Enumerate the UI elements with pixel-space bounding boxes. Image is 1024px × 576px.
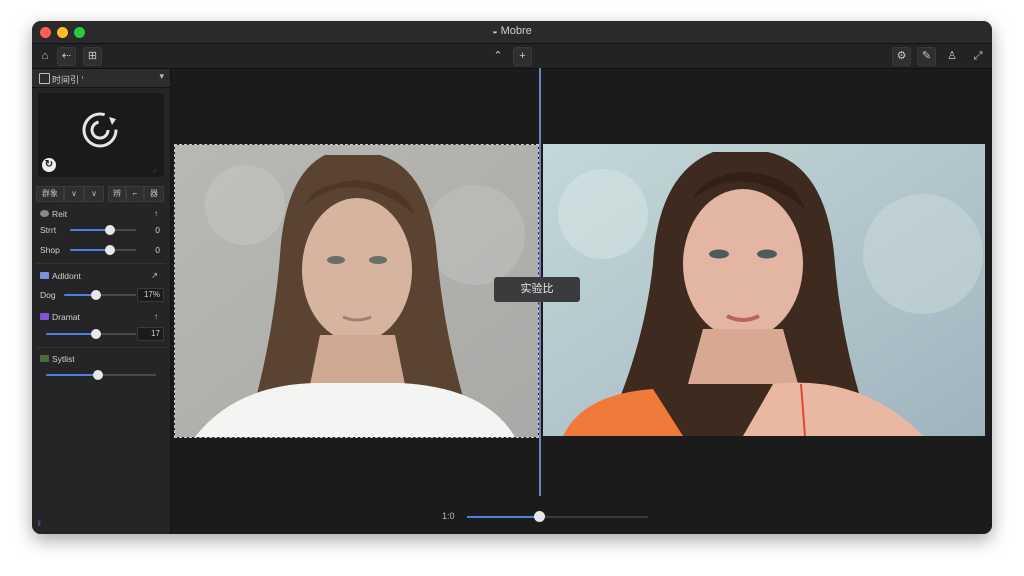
adjust-section[interactable]: Adldont ↗ (32, 268, 170, 284)
compare-label: 实验比 (494, 277, 580, 302)
dramat-section[interactable]: Dramat ↑ (32, 309, 170, 325)
before-photo (175, 145, 538, 437)
strength-label: Strrt (40, 225, 57, 235)
segment-option[interactable]: ∨ (64, 186, 84, 202)
dramat-slider-fill (46, 333, 96, 335)
user-icon[interactable]: ♙ (943, 47, 961, 65)
chevron-down-icon[interactable]: ▾ (159, 71, 164, 82)
app-logo-icon: ◒ (492, 26, 498, 36)
stylist-slider-fill (46, 374, 98, 376)
zoom-slider-fill (467, 516, 540, 518)
app-window: ◒Mobre ⌂ ⇠ ⊞ ⌃ + ⚙ ✎ ♙ ⤢ 时间引 ' ▾ ↻ ⌟ 群象 (32, 21, 992, 534)
dramat-slider-row: 17 (32, 326, 170, 342)
sharpen-slider[interactable] (70, 245, 136, 255)
sharpen-slider-fill (70, 249, 110, 251)
sidebar-footer-icon[interactable]: ℓ (38, 519, 41, 528)
dramat-value-field[interactable]: 17 (137, 327, 164, 341)
strength-slider[interactable] (70, 225, 136, 235)
segment-option[interactable]: 器 (144, 186, 164, 202)
after-photo (543, 144, 985, 436)
segment-option[interactable]: 辨 (108, 186, 126, 202)
panel-icon (39, 73, 50, 84)
corner-mark-icon: ⌟ (152, 166, 156, 173)
home-icon[interactable]: ⌂ (36, 47, 54, 65)
reset-label: Reit (52, 209, 68, 219)
dog-label: Dog (40, 290, 56, 300)
reset-section[interactable]: Reit ↑ (32, 206, 170, 222)
window-title-text: Mobre (500, 25, 532, 37)
dramat-slider[interactable] (46, 329, 136, 339)
dog-value-field[interactable]: 17% (137, 288, 164, 302)
sharpen-slider-knob[interactable] (104, 245, 115, 255)
adjust-arrow-icon[interactable]: ↗ (151, 271, 158, 280)
stylist-slider-knob[interactable] (92, 370, 103, 380)
divider (36, 347, 166, 348)
segment-option[interactable]: ⌐ (126, 186, 144, 202)
stylist-slider[interactable] (46, 370, 156, 380)
window-title: ◒ Mobre (32, 25, 992, 37)
settings-icon[interactable]: ⚙ (892, 47, 911, 66)
segment-option[interactable]: ∨ (84, 186, 104, 202)
after-image[interactable] (543, 144, 985, 436)
stylist-label: Sytlist (52, 354, 75, 364)
reset-arrow-icon[interactable]: ↑ (154, 209, 158, 218)
stylist-slider-row (32, 367, 170, 383)
toolbar: ⌂ ⇠ ⊞ ⌃ + ⚙ ✎ ♙ ⤢ (32, 44, 992, 69)
refresh-icon[interactable] (81, 111, 119, 149)
back-icon[interactable]: ⇠ (57, 47, 76, 66)
segment-option[interactable]: 群象 (36, 186, 64, 202)
reload-icon[interactable]: ↻ (42, 158, 56, 172)
strength-slider-knob[interactable] (104, 225, 115, 235)
plus-icon[interactable]: + (513, 47, 532, 66)
divider (36, 263, 166, 264)
zoom-slider[interactable] (467, 511, 648, 522)
sidebar-header-label: 时间引 ' (52, 75, 84, 85)
stylist-icon (40, 355, 49, 362)
adjust-label: Adldont (52, 271, 81, 281)
dog-slider[interactable] (64, 290, 136, 300)
dramat-icon (40, 313, 49, 320)
stylist-section[interactable]: Sytlist (32, 351, 170, 367)
dramat-slider-knob[interactable] (90, 329, 101, 339)
chevron-up-icon[interactable]: ⌃ (489, 47, 507, 65)
edit-icon[interactable]: ✎ (917, 47, 936, 66)
layout-icon[interactable]: ⊞ (83, 47, 102, 66)
adjust-icon (40, 272, 49, 279)
strength-value: 0 (155, 225, 160, 235)
sharpen-label: Shop (40, 245, 60, 255)
zoom-label: 1:0 (442, 511, 455, 521)
dog-slider-knob[interactable] (91, 290, 102, 300)
preview-thumbnail: ↻ ⌟ (38, 93, 164, 177)
reset-icon (40, 210, 49, 217)
title-bar: ◒ Mobre (32, 21, 992, 44)
dog-slider-row: Dog 17% (32, 287, 170, 303)
dramat-arrow-icon[interactable]: ↑ (154, 312, 158, 321)
expand-icon[interactable]: ⤢ (969, 47, 987, 65)
dramat-label: Dramat (52, 312, 80, 322)
sharpen-value: 0 (155, 245, 160, 255)
adjustments-sidebar: 时间引 ' ▾ ↻ ⌟ 群象 ∨ ∨ 辨 ⌐ 器 Reit ↑ Strrt 0 … (32, 69, 171, 534)
segmented-control: 群象 ∨ ∨ 辨 ⌐ 器 (36, 186, 164, 202)
strength-slider-row: Strrt 0 (32, 222, 170, 238)
sidebar-header[interactable]: 时间引 ' ▾ (32, 69, 170, 88)
before-image[interactable] (174, 144, 539, 438)
strength-slider-fill (70, 229, 110, 231)
sharpen-slider-row: Shop 0 (32, 242, 170, 258)
